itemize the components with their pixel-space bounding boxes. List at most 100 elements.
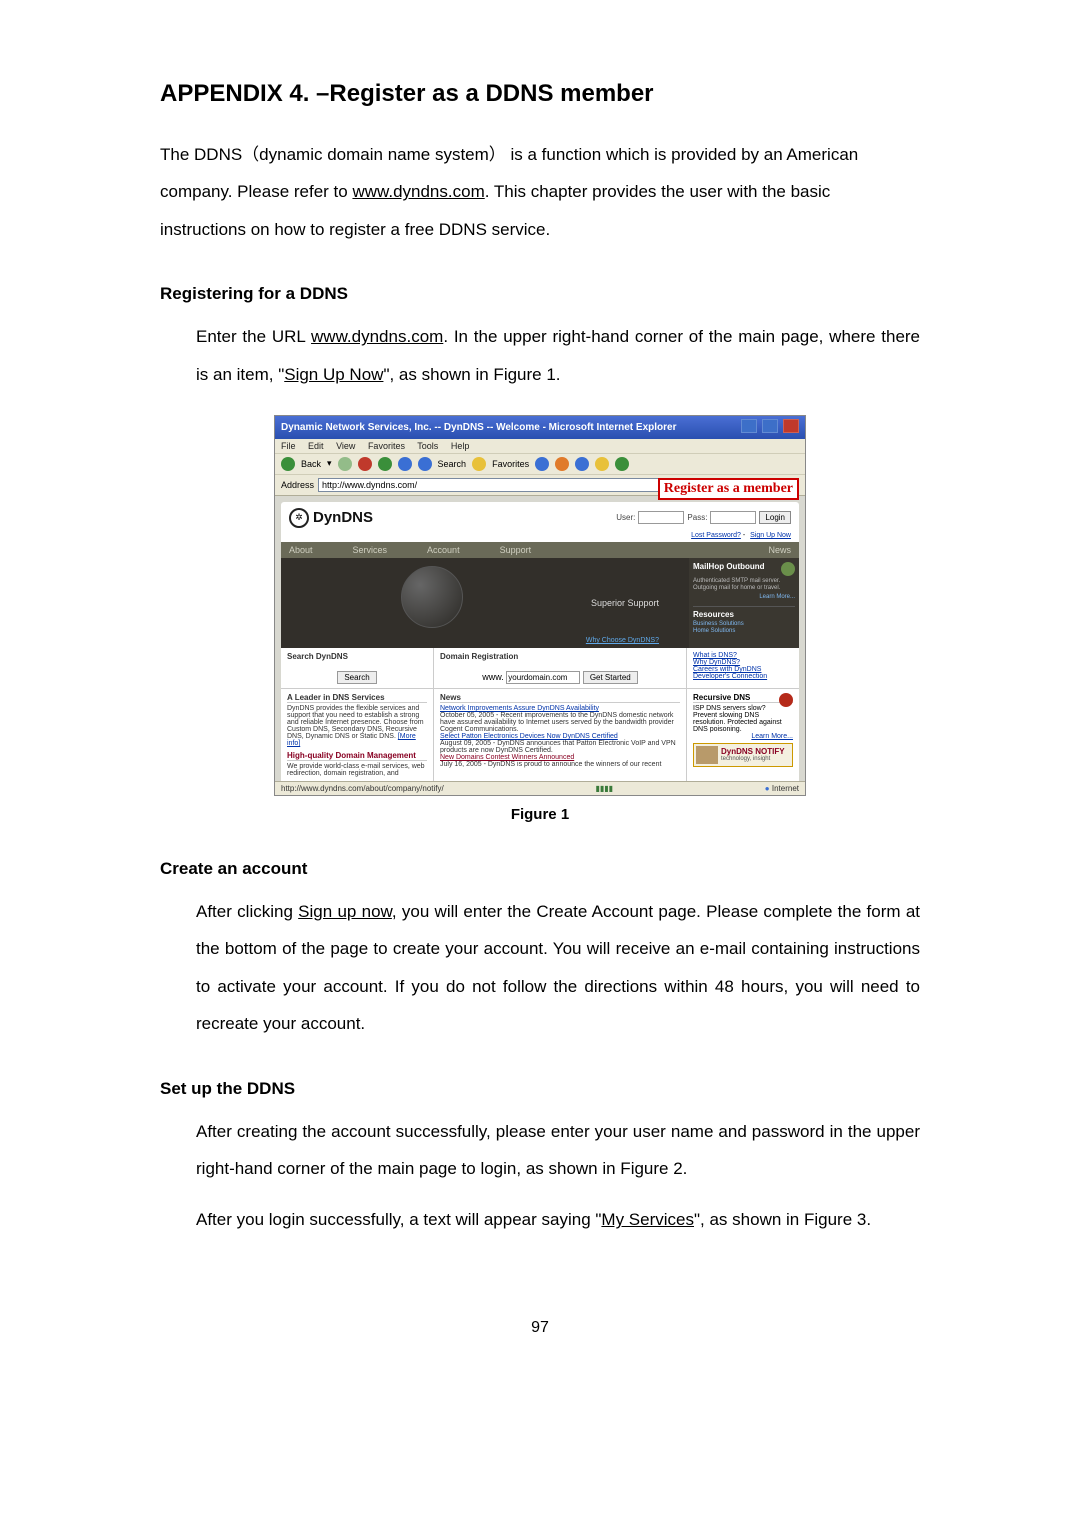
status-url: http://www.dyndns.com/about/company/noti… xyxy=(281,784,444,793)
minimize-icon[interactable] xyxy=(741,419,757,433)
status-bar: http://www.dyndns.com/about/company/noti… xyxy=(275,781,805,795)
nav-support[interactable]: Support xyxy=(500,545,532,555)
nav-news[interactable]: News xyxy=(768,545,791,555)
news3-link[interactable]: New Domains Contest Winners Announced xyxy=(440,754,574,761)
edit-icon[interactable] xyxy=(595,457,609,471)
create-account-heading: Create an account xyxy=(160,859,920,879)
create-account-text: After clicking Sign up now, you will ent… xyxy=(196,893,920,1043)
news3-text: July 16, 2005 - DynDNS is proud to annou… xyxy=(440,761,680,768)
favorites-icon[interactable] xyxy=(472,457,486,471)
dyndns-logo[interactable]: ✲ DynDNS xyxy=(289,508,373,528)
menu-tools[interactable]: Tools xyxy=(417,441,438,451)
menu-favorites[interactable]: Favorites xyxy=(368,441,405,451)
favorites-label[interactable]: Favorites xyxy=(492,459,529,469)
page-number: 97 xyxy=(160,1319,920,1337)
print-icon[interactable] xyxy=(575,457,589,471)
home-solutions-link[interactable]: Home Solutions xyxy=(693,628,735,634)
menu-edit[interactable]: Edit xyxy=(308,441,324,451)
pass-label: Pass: xyxy=(687,513,707,522)
resources-title: Resources xyxy=(693,610,734,619)
domain-reg-title: Domain Registration xyxy=(440,652,680,661)
stop-icon[interactable] xyxy=(358,457,372,471)
what-is-dns-link[interactable]: What is DNS? xyxy=(693,652,793,659)
hero-sublink[interactable]: Why Choose DynDNS? xyxy=(586,637,659,644)
mailhop-title: MailHop Outbound xyxy=(693,562,765,576)
sign-up-now-underline: Sign up now xyxy=(298,902,392,921)
notify-photo-icon xyxy=(696,746,718,764)
hero-text: Superior Support xyxy=(591,598,659,608)
sign-up-now-link[interactable]: Sign Up Now xyxy=(750,532,791,539)
home-icon[interactable] xyxy=(398,457,412,471)
learn-more-link[interactable]: Learn More... xyxy=(759,594,795,600)
news2-link[interactable]: Select Patton Electronics Devices Now Dy… xyxy=(440,733,618,740)
search-dyndns-title: Search DynDNS xyxy=(287,652,427,661)
mid-row: Search DynDNS Search Domain Registration… xyxy=(281,648,799,688)
mailhop-text: Authenticated SMTP mail server. Outgoing… xyxy=(693,578,795,592)
nav-account[interactable]: Account xyxy=(427,545,460,555)
why-dyndns-link[interactable]: Why DynDNS? xyxy=(693,659,793,666)
domain-input[interactable] xyxy=(506,671,580,684)
figure-caption: Figure 1 xyxy=(160,806,920,823)
dyndns-link[interactable]: www.dyndns.com xyxy=(352,182,484,201)
hq-title: High-quality Domain Management xyxy=(287,751,427,761)
browser-window: Dynamic Network Services, Inc. -- DynDNS… xyxy=(274,415,806,796)
pass-input[interactable] xyxy=(710,511,756,524)
news2-text: August 09, 2005 - DynDNS announces that … xyxy=(440,740,680,754)
dyndns-link-2[interactable]: www.dyndns.com xyxy=(311,327,443,346)
developers-link[interactable]: Developer's Connection xyxy=(693,673,793,680)
messenger-icon[interactable] xyxy=(615,457,629,471)
business-solutions-link[interactable]: Business Solutions xyxy=(693,621,744,627)
recursive-title: Recursive DNS xyxy=(693,693,750,702)
hq-text: We provide world-class e-mail services, … xyxy=(287,763,425,777)
recursive-text: ISP DNS servers slow? Prevent slowing DN… xyxy=(693,705,793,733)
history-icon[interactable] xyxy=(535,457,549,471)
close-icon[interactable] xyxy=(783,419,799,433)
get-started-button[interactable]: Get Started xyxy=(583,671,638,684)
my-services-text: My Services xyxy=(601,1210,694,1229)
news1-link[interactable]: Network Improvements Assure DynDNS Avail… xyxy=(440,705,599,712)
search-label[interactable]: Search xyxy=(438,459,467,469)
window-titlebar: Dynamic Network Services, Inc. -- DynDNS… xyxy=(275,416,805,439)
address-input[interactable] xyxy=(318,478,716,492)
lower-row: A Leader in DNS Services DynDNS provides… xyxy=(281,688,799,781)
leader-title: A Leader in DNS Services xyxy=(287,693,427,703)
news1-text: October 05, 2005 - Recent improvements t… xyxy=(440,712,680,733)
site-header: ✲ DynDNS User: Pass: Login xyxy=(281,502,799,531)
notify-box[interactable]: DynDNS NOTIFY technology, insight xyxy=(693,743,793,767)
registering-text: Enter the URL www.dyndns.com. In the upp… xyxy=(196,318,920,393)
logo-icon: ✲ xyxy=(289,508,309,528)
lost-password-link[interactable]: Lost Password? xyxy=(691,532,741,539)
notify-title: DynDNS NOTIFY xyxy=(721,748,785,756)
user-label: User: xyxy=(616,513,635,522)
recursive-icon xyxy=(779,693,793,707)
signup-now-text: Sign Up Now xyxy=(284,365,383,384)
forward-icon[interactable] xyxy=(338,457,352,471)
hero-side-panel: MailHop Outbound Authenticated SMTP mail… xyxy=(689,558,799,648)
page-title: APPENDIX 4. –Register as a DDNS member xyxy=(160,80,920,108)
menu-view[interactable]: View xyxy=(336,441,355,451)
setup-ddns-p1: After creating the account successfully,… xyxy=(196,1113,920,1188)
login-area: User: Pass: Login xyxy=(616,511,791,524)
back-icon[interactable] xyxy=(281,457,295,471)
nav-about[interactable]: About xyxy=(289,545,313,555)
back-label[interactable]: Back xyxy=(301,459,321,469)
login-links: Lost Password? - Sign Up Now xyxy=(281,531,799,542)
learn-more-link-2[interactable]: Learn More... xyxy=(693,733,793,740)
search-icon[interactable] xyxy=(418,457,432,471)
nav-bar: About Services Account Support News xyxy=(281,542,799,558)
maximize-icon[interactable] xyxy=(762,419,778,433)
status-internet: Internet xyxy=(765,784,799,793)
register-callout: Register as a member xyxy=(658,478,799,500)
search-button[interactable]: Search xyxy=(337,671,376,684)
intro-paragraph: The DDNS（dynamic domain name system） is … xyxy=(160,136,920,248)
window-buttons[interactable] xyxy=(739,419,799,436)
mail-icon[interactable] xyxy=(555,457,569,471)
refresh-icon[interactable] xyxy=(378,457,392,471)
login-button[interactable]: Login xyxy=(759,511,791,524)
menu-help[interactable]: Help xyxy=(451,441,470,451)
webpage-body: Register as a member ✲ DynDNS User: Pass… xyxy=(275,496,805,781)
user-input[interactable] xyxy=(638,511,684,524)
careers-link[interactable]: Careers with DynDNS xyxy=(693,666,793,673)
menu-file[interactable]: File xyxy=(281,441,296,451)
nav-services[interactable]: Services xyxy=(353,545,388,555)
